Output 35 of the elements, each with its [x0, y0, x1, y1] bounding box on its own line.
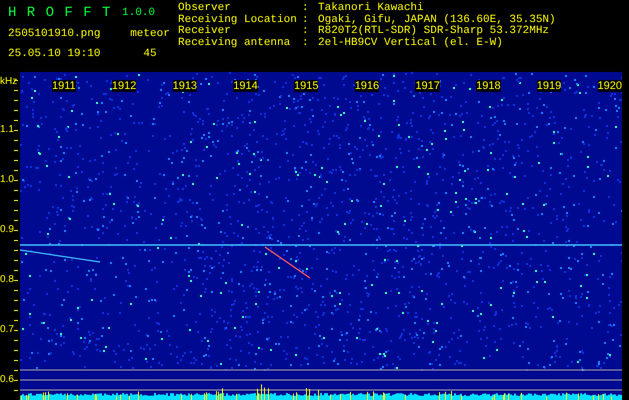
- axis-unit: kHz: [0, 75, 18, 89]
- x-axis-label: 1912: [112, 80, 136, 92]
- colon-separator: :: [302, 38, 310, 49]
- info-value: 2el-HB9CV Vertical (el. E-W): [318, 38, 503, 49]
- info-label: Receiver: [178, 26, 232, 37]
- info-value: Takanori Kawachi: [318, 3, 424, 14]
- detection-label: meteor: [129, 28, 171, 40]
- x-axis-label: 1913: [172, 80, 198, 92]
- info-value: Ogaki, Gifu, JAPAN (136.60E, 35.35N): [318, 14, 556, 26]
- info-label: Receiving Location: [178, 14, 298, 26]
- app-version: 1.0.0: [122, 7, 156, 19]
- colon-separator: :: [302, 26, 310, 38]
- y-axis-label: 0.6: [0, 374, 15, 386]
- x-axis-label: 1911: [52, 80, 76, 92]
- y-axis-label: 0.8: [0, 274, 15, 286]
- x-axis-label: 1914: [233, 80, 258, 92]
- x-axis-label: 1917: [415, 80, 440, 92]
- detection-count: 45: [142, 48, 158, 60]
- app-title: H R O F F T: [8, 5, 112, 21]
- y-axis-label: 0.9: [0, 224, 15, 236]
- y-axis-label: 1.0: [0, 174, 15, 186]
- info-label: Observer: [178, 3, 232, 14]
- colon-separator: :: [302, 3, 310, 14]
- x-axis-label: 1915: [294, 80, 318, 92]
- info-value: R820T2(RTL-SDR) SDR-Sharp 53.372MHz: [318, 26, 550, 37]
- date-time: 25.05.10 19:10: [8, 48, 102, 60]
- y-axis-label: 1.1: [0, 124, 15, 136]
- x-axis-label: 1918: [476, 80, 501, 92]
- info-label: Receiving antenna: [178, 38, 292, 49]
- file-name: 2505101910.png: [8, 28, 102, 40]
- colon-separator: :: [302, 14, 310, 26]
- y-axis-label: 0.7: [0, 324, 15, 336]
- x-axis-label: 1919: [536, 80, 562, 92]
- x-axis-label: 1920: [598, 80, 622, 92]
- x-axis-label: 1916: [354, 80, 380, 92]
